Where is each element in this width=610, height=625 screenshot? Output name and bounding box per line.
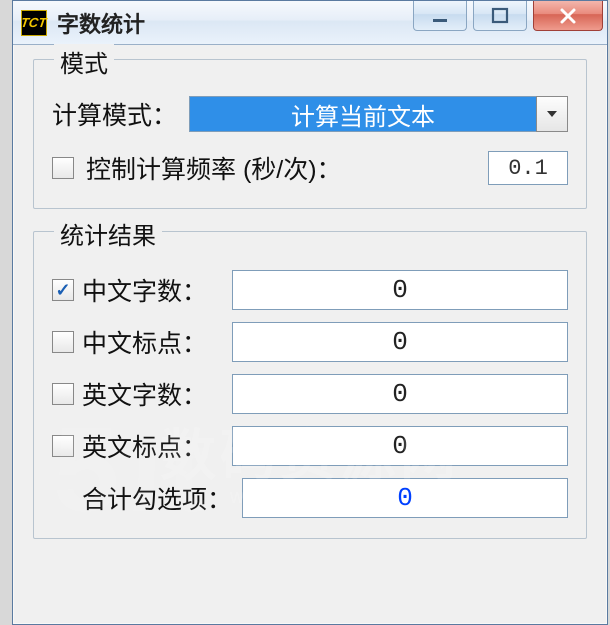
app-window: TCT 字数统计 模式 计算模式： 计算当前文本	[12, 0, 608, 625]
cn-punct-value[interactable]: 0	[232, 322, 568, 362]
app-icon-glyph: TCT	[20, 15, 47, 30]
result-row-en-chars: 英文字数： 0	[52, 374, 568, 414]
minimize-button[interactable]	[413, 1, 467, 31]
result-row-en-punct: 英文标点： 0	[52, 426, 568, 466]
en-punct-checkbox[interactable]	[52, 435, 74, 457]
window-title: 字数统计	[57, 7, 145, 39]
freq-checkbox[interactable]	[52, 157, 74, 179]
total-value[interactable]: 0	[242, 478, 568, 518]
freq-row: 控制计算频率 (秒/次)： 0.1	[52, 150, 568, 186]
calc-mode-value: 计算当前文本	[189, 96, 536, 132]
result-row-total: 合计勾选项： 0	[52, 478, 568, 518]
window-controls	[413, 1, 603, 31]
cn-punct-checkbox[interactable]	[52, 331, 74, 353]
chevron-down-icon	[545, 107, 559, 121]
cn-chars-value[interactable]: 0	[232, 270, 568, 310]
mode-groupbox: 模式 计算模式： 计算当前文本 控制计算频率 (秒/次)： 0.1	[33, 59, 587, 209]
freq-label: 控制计算频率 (秒/次)：	[86, 150, 476, 186]
en-chars-value[interactable]: 0	[232, 374, 568, 414]
cn-chars-label: 中文字数：	[82, 272, 207, 308]
app-icon: TCT	[21, 10, 47, 36]
calc-mode-select[interactable]: 计算当前文本	[189, 96, 568, 132]
client-area: 模式 计算模式： 计算当前文本 控制计算频率 (秒/次)： 0.1 统计结果	[13, 45, 607, 539]
mode-legend: 模式	[54, 44, 114, 79]
result-row-cn-chars: 中文字数： 0	[52, 270, 568, 310]
titlebar[interactable]: TCT 字数统计	[13, 1, 607, 45]
result-row-cn-punct: 中文标点： 0	[52, 322, 568, 362]
close-button[interactable]	[533, 1, 603, 31]
calc-mode-row: 计算模式： 计算当前文本	[52, 96, 568, 132]
calc-mode-label: 计算模式：	[52, 96, 177, 132]
results-groupbox: 统计结果 中文字数： 0 中文标点： 0 英文字数：	[33, 231, 587, 539]
calc-mode-dropdown-button[interactable]	[536, 96, 568, 132]
en-chars-label: 英文字数：	[82, 376, 207, 412]
results-legend: 统计结果	[54, 216, 162, 251]
total-label: 合计勾选项：	[82, 480, 232, 516]
maximize-button[interactable]	[473, 1, 527, 31]
en-chars-checkbox[interactable]	[52, 383, 74, 405]
cn-chars-checkbox[interactable]	[52, 279, 74, 301]
cn-punct-label: 中文标点：	[82, 324, 207, 360]
en-punct-label: 英文标点：	[82, 428, 207, 464]
freq-input[interactable]: 0.1	[488, 151, 568, 185]
en-punct-value[interactable]: 0	[232, 426, 568, 466]
